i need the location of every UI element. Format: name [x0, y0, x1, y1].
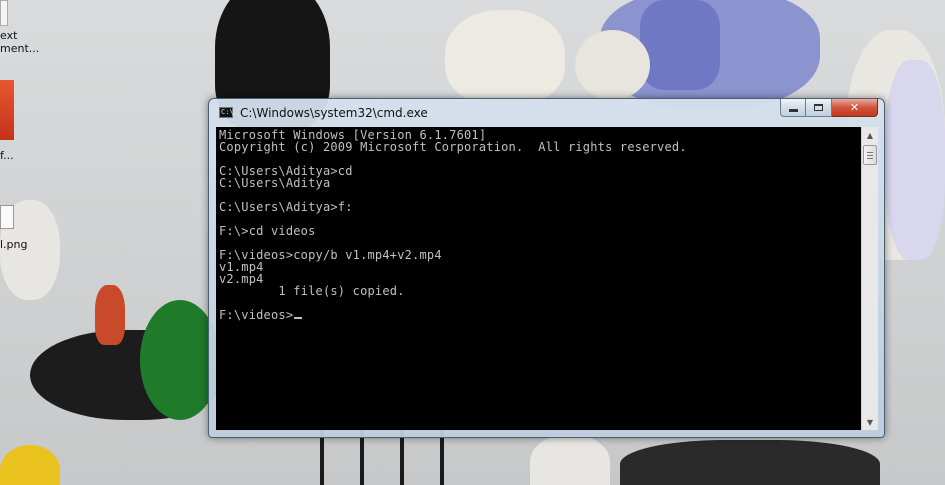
image-file-icon[interactable]	[0, 205, 14, 229]
scroll-up-icon[interactable]: ▲	[863, 127, 877, 143]
caption-buttons: ✕	[780, 99, 878, 118]
wallpaper-art	[530, 435, 610, 485]
console-output[interactable]: Microsoft Windows [Version 6.1.7601] Copy…	[216, 127, 861, 430]
console-lines: Microsoft Windows [Version 6.1.7601] Copy…	[216, 129, 687, 321]
wallpaper-art	[620, 440, 880, 485]
maximize-button[interactable]	[806, 99, 832, 117]
minimize-icon	[788, 109, 798, 112]
wallpaper-art	[0, 445, 60, 485]
grip-line	[867, 158, 873, 159]
console-line: 1 file(s) copied.	[219, 284, 405, 298]
console-line: F:\>cd videos	[219, 224, 316, 238]
wallpaper-art	[445, 10, 565, 105]
text-cursor	[294, 317, 303, 319]
vertical-scrollbar[interactable]: ▲ ▼	[861, 127, 878, 430]
wallpaper-art	[95, 285, 125, 345]
wallpaper-art	[575, 30, 650, 100]
console-line: C:\Users\Aditya>f:	[219, 200, 353, 214]
console-line: Copyright (c) 2009 Microsoft Corporation…	[219, 140, 687, 154]
console-line: v1.mp4	[219, 260, 264, 274]
grip-line	[867, 155, 873, 156]
minimize-button[interactable]	[780, 99, 806, 117]
document-file-icon[interactable]	[0, 0, 8, 26]
wallpaper-art	[885, 60, 945, 260]
console-line: C:\Users\Aditya	[219, 176, 331, 190]
close-button[interactable]: ✕	[832, 99, 878, 117]
title-bar[interactable]: C:\ C:\Windows\system32\cmd.exe ✕	[209, 99, 884, 127]
desktop-icon-label[interactable]: f...	[0, 149, 14, 162]
scroll-down-icon[interactable]: ▼	[863, 414, 877, 430]
maximize-icon	[814, 104, 823, 111]
close-icon: ✕	[849, 101, 860, 114]
cmd-icon[interactable]: C:\	[219, 107, 234, 118]
grip-line	[867, 152, 873, 153]
window-title: C:\Windows\system32\cmd.exe	[240, 106, 428, 120]
desktop-icon-label[interactable]: l.png	[0, 238, 28, 251]
desktop-icon-label[interactable]: ext ment...	[0, 29, 39, 55]
console-line: F:\videos>copy/b v1.mp4+v2.mp4	[219, 248, 442, 262]
console-line: F:\videos>	[216, 309, 687, 321]
cmd-window[interactable]: C:\ C:\Windows\system32\cmd.exe ✕ Micros…	[208, 98, 885, 438]
application-icon[interactable]	[0, 80, 14, 140]
wallpaper-art	[640, 0, 720, 90]
scroll-thumb[interactable]	[863, 145, 877, 165]
